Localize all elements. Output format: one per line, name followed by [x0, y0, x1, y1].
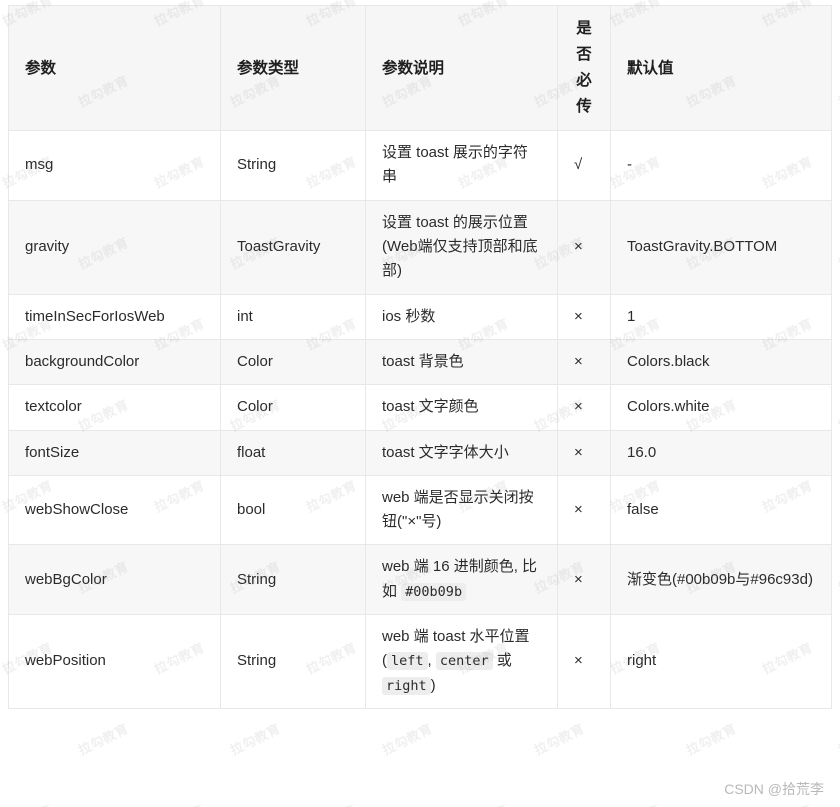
watermark-text: 拉勾教育	[151, 799, 207, 807]
cell-parameter-name: fontSize	[8, 429, 221, 476]
required-no-icon: ×	[574, 443, 583, 461]
inline-code: center	[435, 652, 493, 671]
cell-parameter-name: timeInSecForIosWeb	[8, 293, 221, 340]
table-row: msg String 设置 toast 展示的字符串 √ -	[8, 130, 832, 201]
column-header-parameter: 参数	[8, 4, 221, 132]
cell-parameter-type: int	[220, 293, 366, 340]
cell-required: ×	[557, 199, 611, 295]
parameter-table: 参数 参数类型 参数说明 是否必传 默认值 msg String 设置 toast …	[8, 4, 832, 709]
cell-required: ×	[557, 384, 611, 431]
cell-parameter-description: toast 文字颜色	[365, 384, 558, 431]
table-row: textcolor Color toast 文字颜色 × Colors.white	[8, 384, 832, 431]
table-header-row: 参数 参数类型 参数说明 是否必传 默认值	[8, 4, 832, 132]
cell-parameter-name: webBgColor	[8, 544, 221, 615]
cell-parameter-type: float	[220, 429, 366, 476]
cell-parameter-type: ToastGravity	[220, 199, 366, 295]
cell-parameter-type: bool	[220, 474, 366, 546]
cell-parameter-name: textcolor	[8, 384, 221, 431]
watermark-text: 拉勾教育	[759, 799, 815, 807]
cell-parameter-description: web 端是否显示关闭按钮("×"号)	[365, 474, 558, 546]
table-body: msg String 设置 toast 展示的字符串 √ - gravity ToastGr…	[8, 130, 832, 709]
required-yes-icon: √	[574, 156, 583, 174]
required-no-icon: ×	[574, 238, 583, 256]
inline-code: right	[382, 676, 431, 695]
table-header: 参数 参数类型 参数说明 是否必传 默认值	[8, 4, 832, 132]
parameter-table-container: 参数 参数类型 参数说明 是否必传 默认值 msg String 设置 toast …	[8, 4, 832, 709]
column-header-parameter-description: 参数说明	[365, 4, 558, 132]
watermark-text: 拉勾教育	[607, 799, 663, 807]
table-row: webShowClose bool web 端是否显示关闭按钮("×"号) × fals…	[8, 474, 832, 546]
table-row: webPosition String web 端 toast 水平位置(left, …	[8, 613, 832, 709]
table-row: backgroundColor Color toast 背景色 × Colors.bla…	[8, 338, 832, 386]
watermark-text: 拉勾教育	[455, 799, 511, 807]
required-no-icon: ×	[574, 500, 583, 518]
required-no-icon: ×	[574, 398, 583, 416]
cell-default-value: 渐变色(#00b09b与#96c93d)	[610, 544, 832, 615]
cell-parameter-description: 设置 toast 展示的字符串	[365, 130, 558, 201]
watermark-text: 拉勾教育	[380, 721, 436, 759]
column-header-required-label: 是否必传	[576, 20, 592, 116]
table-row: timeInSecForIosWeb int ios 秒数 × 1	[8, 293, 832, 340]
column-header-parameter-type: 参数类型	[220, 4, 366, 132]
watermark-text: 拉勾教育	[836, 73, 840, 111]
cell-parameter-type: String	[220, 130, 366, 201]
cell-required: ×	[557, 293, 611, 340]
cell-required: ×	[557, 613, 611, 709]
column-header-default-value: 默认值	[610, 4, 832, 132]
cell-parameter-description: toast 背景色	[365, 338, 558, 386]
cell-required: ×	[557, 429, 611, 476]
cell-parameter-name: webShowClose	[8, 474, 221, 546]
cell-default-value: 1	[610, 293, 832, 340]
cell-default-value: Colors.white	[610, 384, 832, 431]
cell-parameter-name: gravity	[8, 199, 221, 295]
watermark-text: 拉勾教育	[836, 397, 840, 435]
watermark-text: 拉勾教育	[836, 559, 840, 597]
watermark-text: 拉勾教育	[836, 235, 840, 273]
watermark-text: 拉勾教育	[303, 799, 359, 807]
cell-required: ×	[557, 544, 611, 615]
watermark-text: 拉勾教育	[76, 721, 132, 759]
cell-parameter-type: Color	[220, 338, 366, 386]
table-row: gravity ToastGravity 设置 toast 的展示位置 (Web端仅…	[8, 199, 832, 295]
inline-code: left	[387, 652, 428, 671]
cell-parameter-name: backgroundColor	[8, 338, 221, 386]
watermark-text: 拉勾教育	[228, 721, 284, 759]
watermark-text: 拉勾教育	[532, 721, 588, 759]
cell-parameter-name: msg	[8, 130, 221, 201]
cell-default-value: -	[610, 130, 832, 201]
cell-parameter-description: web 端 16 进制颜色, 比如 #00b09b	[365, 544, 558, 615]
cell-default-value: false	[610, 474, 832, 546]
cell-parameter-description: 设置 toast 的展示位置 (Web端仅支持顶部和底部)	[365, 199, 558, 295]
watermark-text: 拉勾教育	[0, 799, 55, 807]
csdn-signature: CSDN @拾荒李	[724, 781, 824, 797]
watermark-text: 拉勾教育	[836, 721, 840, 759]
cell-required: ×	[557, 474, 611, 546]
required-no-icon: ×	[574, 570, 583, 588]
cell-required: ×	[557, 338, 611, 386]
cell-parameter-description: web 端 toast 水平位置(left, center 或 right)	[365, 613, 558, 709]
cell-parameter-type: String	[220, 544, 366, 615]
cell-parameter-type: Color	[220, 384, 366, 431]
cell-required: √	[557, 130, 611, 201]
required-no-icon: ×	[574, 352, 583, 370]
column-header-required: 是否必传	[557, 4, 611, 132]
watermark-text: 拉勾教育	[684, 721, 740, 759]
required-no-icon: ×	[574, 307, 583, 325]
cell-default-value: ToastGravity.BOTTOM	[610, 199, 832, 295]
required-no-icon: ×	[574, 652, 583, 670]
cell-parameter-description: toast 文字字体大小	[365, 429, 558, 476]
table-row: fontSize float toast 文字字体大小 × 16.0	[8, 429, 832, 476]
cell-parameter-description: ios 秒数	[365, 293, 558, 340]
inline-code: #00b09b	[401, 582, 467, 601]
cell-default-value: Colors.black	[610, 338, 832, 386]
cell-parameter-name: webPosition	[8, 613, 221, 709]
cell-default-value: right	[610, 613, 832, 709]
cell-parameter-type: String	[220, 613, 366, 709]
table-row: webBgColor String web 端 16 进制颜色, 比如 #00b09…	[8, 544, 832, 615]
cell-default-value: 16.0	[610, 429, 832, 476]
